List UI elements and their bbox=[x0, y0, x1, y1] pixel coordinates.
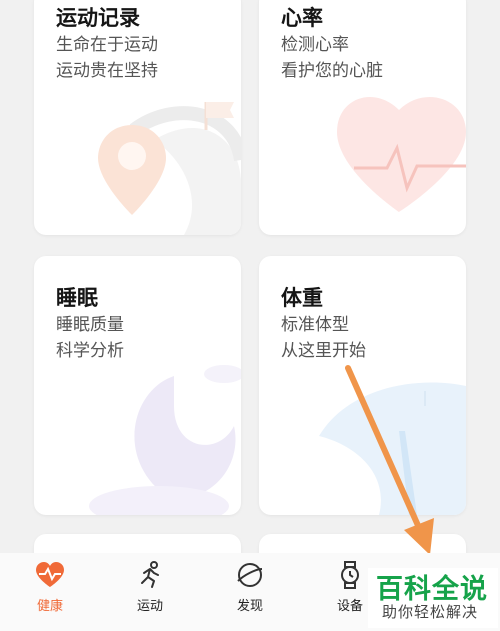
card-title: 心率 bbox=[281, 6, 323, 30]
card-title: 睡眠 bbox=[56, 286, 98, 310]
tab-discover[interactable]: 发现 bbox=[210, 561, 290, 627]
card-subtitle-line-1: 睡眠质量 bbox=[56, 315, 124, 335]
card-subtitle-line-2: 运动贵在坚持 bbox=[56, 61, 158, 81]
planet-icon bbox=[237, 563, 263, 587]
watermark-slogan: 助你轻松解决 bbox=[382, 603, 479, 621]
card-subtitle-line-1: 检测心率 bbox=[281, 35, 349, 55]
tab-health[interactable]: 健康 bbox=[10, 561, 90, 627]
card-subtitle-line-1: 生命在于运动 bbox=[56, 35, 158, 55]
tab-exercise[interactable]: 运动 bbox=[110, 561, 190, 627]
heart-rate-card[interactable]: 心率 检测心率 看护您的心脏 bbox=[259, 0, 466, 235]
running-icon bbox=[141, 561, 159, 588]
card-subtitle-line-1: 标准体型 bbox=[281, 315, 349, 335]
heart-pulse-icon bbox=[36, 562, 64, 587]
card-title: 体重 bbox=[281, 286, 323, 310]
tab-label: 运动 bbox=[136, 599, 163, 614]
annotation-arrow bbox=[345, 365, 434, 555]
tab-label: 健康 bbox=[36, 599, 63, 614]
card-subtitle-line-2: 科学分析 bbox=[56, 341, 124, 361]
watch-icon bbox=[341, 561, 359, 589]
tab-label: 发现 bbox=[236, 599, 263, 614]
sleep-card[interactable]: 睡眠 睡眠质量 科学分析 bbox=[34, 256, 241, 515]
exercise-record-card[interactable]: 运动记录 生命在于运动 运动贵在坚持 bbox=[34, 0, 241, 235]
card-subtitle-line-2: 看护您的心脏 bbox=[281, 61, 383, 81]
card-title: 运动记录 bbox=[56, 6, 140, 30]
